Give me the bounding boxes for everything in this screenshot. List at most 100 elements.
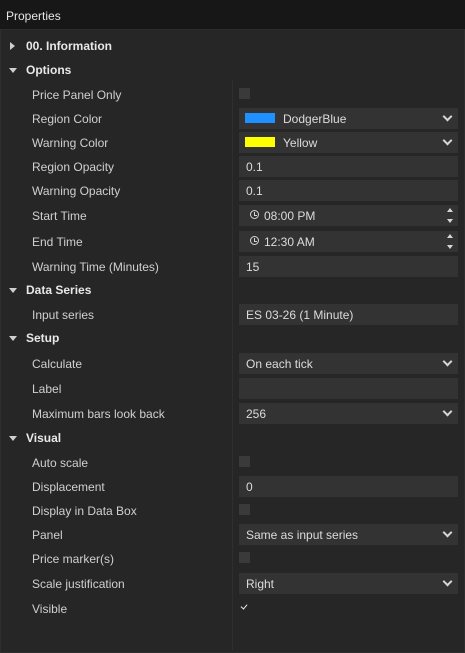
property-end-time: End Time 12:30 AM: [1, 229, 464, 253]
category-information[interactable]: 00. Information: [1, 34, 464, 58]
chevron-down-icon[interactable]: [443, 358, 453, 368]
category-visual[interactable]: Visual: [1, 426, 464, 450]
property-label: Warning Time (Minutes): [32, 260, 159, 274]
expand-arrow-icon[interactable]: [10, 42, 15, 50]
chevron-down-icon[interactable]: [443, 137, 453, 147]
input-series-value: ES 03-26 (1 Minute): [246, 308, 354, 322]
spin-up-icon[interactable]: [447, 234, 453, 238]
spin-down-icon[interactable]: [447, 245, 453, 249]
spin-up-icon[interactable]: [447, 208, 453, 212]
auto-scale-checkbox[interactable]: [239, 456, 250, 467]
start-time-picker[interactable]: 08:00 PM: [239, 205, 458, 226]
property-scale-justification: Scale justification Right: [1, 571, 464, 595]
property-label: Price Panel Only: [32, 88, 122, 102]
property-warning-opacity: Warning Opacity 0.1: [1, 178, 464, 202]
property-label: Region Opacity: [32, 160, 115, 174]
property-label-field: Label: [1, 376, 464, 400]
category-label: 00. Information: [26, 39, 113, 53]
scale-justification-dropdown[interactable]: Right: [239, 573, 458, 594]
category-label: Visual: [26, 431, 62, 445]
price-panel-only-checkbox[interactable]: [239, 88, 250, 99]
category-setup[interactable]: Setup: [1, 326, 464, 350]
properties-grid: 00. Information Options Price Panel Only…: [0, 30, 465, 653]
category-options[interactable]: Options: [1, 58, 464, 82]
property-label: Price marker(s): [32, 552, 115, 566]
property-label: Panel: [32, 528, 63, 542]
collapse-arrow-icon[interactable]: [9, 288, 17, 293]
property-maximum-bars: Maximum bars look back 256: [1, 401, 464, 425]
property-panel: Panel Same as input series: [1, 522, 464, 546]
label-input[interactable]: [239, 378, 458, 399]
time-spinner[interactable]: [446, 234, 454, 250]
displacement-value: 0: [246, 480, 253, 494]
category-label: Options: [26, 63, 72, 77]
property-label: Scale justification: [32, 577, 125, 591]
property-price-markers: Price marker(s): [1, 546, 464, 570]
collapse-arrow-icon[interactable]: [9, 336, 17, 341]
display-in-data-box-checkbox[interactable]: [239, 504, 250, 515]
chevron-down-icon[interactable]: [443, 113, 453, 123]
price-markers-checkbox[interactable]: [239, 552, 250, 563]
property-visible: Visible: [1, 596, 464, 620]
property-label: Maximum bars look back: [32, 407, 165, 421]
maximum-bars-value: 256: [246, 407, 267, 421]
category-data-series[interactable]: Data Series: [1, 278, 464, 302]
warning-color-dropdown[interactable]: Yellow: [239, 132, 458, 153]
visible-checkbox[interactable]: [239, 602, 250, 613]
chevron-down-icon[interactable]: [443, 408, 453, 418]
chevron-down-icon[interactable]: [443, 529, 453, 539]
collapse-arrow-icon[interactable]: [9, 68, 17, 73]
property-label: End Time: [32, 235, 83, 249]
color-swatch: [245, 137, 275, 147]
panel-dropdown[interactable]: Same as input series: [239, 524, 458, 545]
region-color-dropdown[interactable]: DodgerBlue: [239, 108, 458, 129]
scale-justification-value: Right: [246, 577, 275, 591]
property-label: Display in Data Box: [32, 504, 137, 518]
region-color-value: DodgerBlue: [283, 112, 347, 126]
property-region-opacity: Region Opacity 0.1: [1, 154, 464, 178]
property-warning-color: Warning Color Yellow: [1, 130, 464, 154]
input-series-field[interactable]: ES 03-26 (1 Minute): [239, 304, 458, 325]
warning-color-value: Yellow: [283, 136, 318, 150]
property-display-in-data-box: Display in Data Box: [1, 498, 464, 522]
property-input-series: Input series ES 03-26 (1 Minute): [1, 302, 464, 326]
property-label: Start Time: [32, 209, 87, 223]
region-opacity-input[interactable]: 0.1: [239, 156, 458, 177]
clock-icon: [250, 236, 259, 245]
property-displacement: Displacement 0: [1, 474, 464, 498]
property-label: Warning Color: [32, 136, 109, 150]
property-label: Visible: [32, 602, 68, 616]
property-label: Calculate: [32, 357, 83, 371]
property-start-time: Start Time 08:00 PM: [1, 203, 464, 227]
time-spinner[interactable]: [446, 208, 454, 224]
maximum-bars-dropdown[interactable]: 256: [239, 403, 458, 424]
panel-value: Same as input series: [246, 528, 359, 542]
end-time-value: 12:30 AM: [264, 235, 315, 249]
property-warning-time: Warning Time (Minutes) 15: [1, 254, 464, 278]
property-label: Displacement: [32, 480, 105, 494]
property-calculate: Calculate On each tick: [1, 351, 464, 375]
warning-opacity-input[interactable]: 0.1: [239, 180, 458, 201]
warning-time-input[interactable]: 15: [239, 256, 458, 277]
calculate-dropdown[interactable]: On each tick: [239, 353, 458, 374]
collapse-arrow-icon[interactable]: [9, 436, 17, 441]
warning-opacity-value: 0.1: [246, 184, 263, 198]
end-time-picker[interactable]: 12:30 AM: [239, 231, 458, 252]
property-label: Label: [32, 382, 62, 396]
window-title-bar: Properties: [0, 0, 465, 30]
property-auto-scale: Auto scale: [1, 450, 464, 474]
warning-time-value: 15: [246, 260, 260, 274]
spin-down-icon[interactable]: [447, 219, 453, 223]
property-label: Warning Opacity: [32, 184, 121, 198]
chevron-down-icon[interactable]: [443, 578, 453, 588]
region-opacity-value: 0.1: [246, 160, 263, 174]
property-label: Auto scale: [32, 456, 89, 470]
property-label: Input series: [32, 308, 95, 322]
start-time-value: 08:00 PM: [264, 209, 316, 223]
category-label: Data Series: [26, 283, 92, 297]
property-label: Region Color: [32, 112, 103, 126]
category-label: Setup: [26, 331, 60, 345]
displacement-input[interactable]: 0: [239, 476, 458, 497]
clock-icon: [250, 210, 259, 219]
property-price-panel-only: Price Panel Only: [1, 82, 464, 106]
